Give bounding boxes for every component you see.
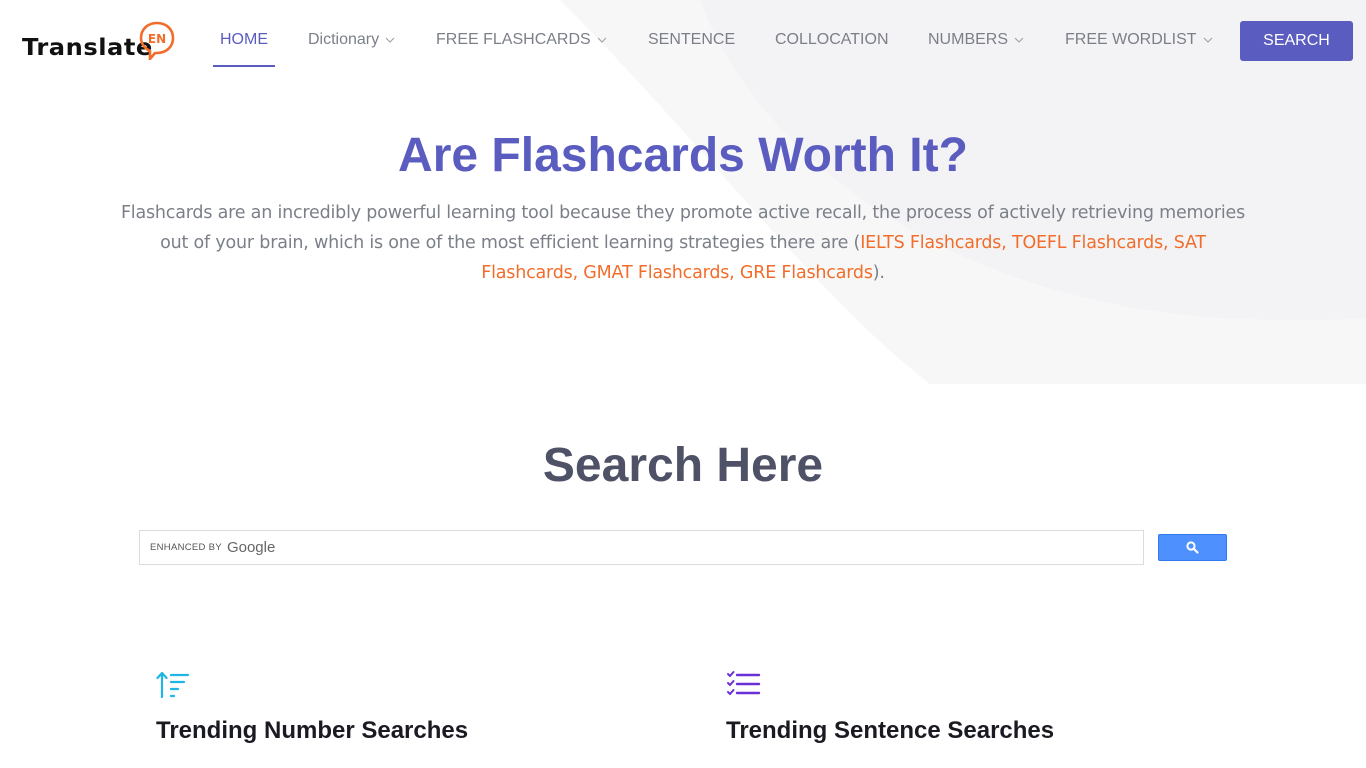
nav-free-flashcards-label: FREE FLASHCARDS — [436, 31, 591, 48]
link-gmat-flashcards[interactable]: GMAT Flashcards — [583, 263, 729, 283]
nav-dictionary-label: Dictionary — [308, 31, 380, 48]
sort-ascending-icon — [156, 671, 190, 699]
nav-sentence-label: SENTENCE — [648, 31, 736, 48]
link-gre-flashcards[interactable]: GRE Flashcards — [740, 263, 873, 283]
link-separator: , — [572, 263, 584, 283]
link-separator: , — [1001, 233, 1012, 253]
enhanced-by-label: ENHANCED BY — [150, 542, 222, 553]
link-toefl-flashcards[interactable]: TOEFL Flashcards — [1012, 233, 1163, 253]
logo-text: Translate — [22, 35, 153, 61]
chevron-down-icon — [597, 37, 607, 43]
nav-numbers-label: NUMBERS — [928, 31, 1009, 48]
google-search-input[interactable]: ENHANCED BY Google — [139, 530, 1144, 565]
hero-text-outro: ). — [872, 263, 885, 283]
active-nav-indicator — [213, 65, 275, 67]
site-header: Translate EN HOME Dictionary FREE FLASHC… — [0, 0, 1366, 82]
nav-free-flashcards[interactable]: FREE FLASHCARDS — [436, 31, 607, 49]
svg-text:EN: EN — [148, 32, 166, 46]
link-separator: , — [1163, 233, 1174, 253]
google-search-button[interactable] — [1158, 534, 1227, 561]
header-search-button[interactable]: SEARCH — [1240, 21, 1353, 61]
nav-numbers[interactable]: NUMBERS — [928, 31, 1024, 49]
logo[interactable]: Translate EN — [22, 20, 175, 62]
search-section-title: Search Here — [542, 439, 824, 492]
nav-home-label: HOME — [220, 31, 268, 48]
google-brand-label: Google — [226, 539, 276, 556]
hero-description: Flashcards are an incredibly powerful le… — [120, 198, 1246, 288]
feature-title: Trending Sentence Searches — [726, 717, 1055, 744]
nav-free-wordlist[interactable]: FREE WORDLIST — [1065, 31, 1213, 49]
checklist-icon — [727, 671, 761, 695]
chevron-down-icon — [1014, 37, 1024, 43]
search-icon — [1186, 541, 1199, 554]
nav-collocation-label: COLLOCATION — [775, 31, 889, 48]
link-separator: , — [729, 263, 740, 283]
hero-title: Are Flashcards Worth It? — [398, 129, 968, 182]
link-ielts-flashcards[interactable]: IELTS Flashcards — [860, 233, 1001, 253]
chevron-down-icon — [1203, 37, 1212, 43]
chevron-down-icon — [385, 37, 395, 43]
nav-sentence[interactable]: SENTENCE — [648, 31, 735, 49]
speech-bubble-icon: EN — [139, 21, 175, 60]
feature-trending-numbers: Trending Number Searches — [156, 670, 468, 744]
feature-trending-sentences: Trending Sentence Searches — [726, 670, 1054, 744]
nav-dictionary[interactable]: Dictionary — [308, 31, 395, 49]
nav-free-wordlist-label: FREE WORDLIST — [1065, 31, 1197, 48]
nav-home[interactable]: HOME — [220, 31, 268, 49]
nav-collocation[interactable]: COLLOCATION — [775, 31, 889, 49]
feature-title: Trending Number Searches — [156, 717, 469, 744]
